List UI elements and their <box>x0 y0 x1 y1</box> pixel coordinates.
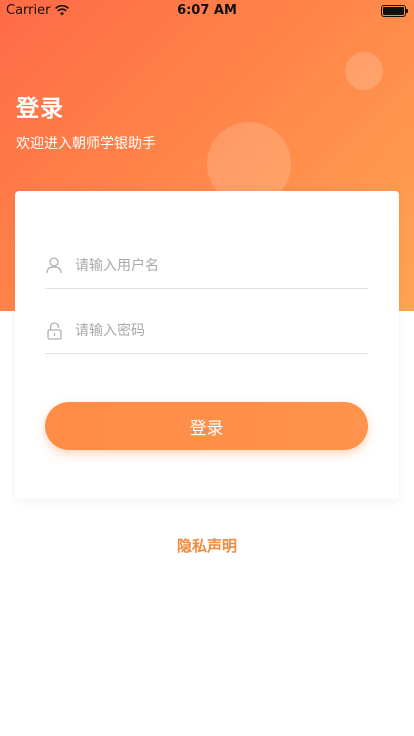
page-title: 登录 <box>16 96 64 122</box>
privacy-link[interactable]: 隐私声明 <box>0 535 414 556</box>
decorative-circle-small <box>345 52 383 90</box>
battery-icon <box>381 5 408 17</box>
status-time: 6:07 AM <box>177 3 237 18</box>
status-bar: Carrier 6:07 AM <box>0 0 414 22</box>
password-input[interactable] <box>75 322 335 339</box>
user-icon <box>45 257 63 275</box>
lock-icon <box>45 321 63 340</box>
login-card: 登录 <box>15 191 399 499</box>
password-field[interactable] <box>45 308 368 354</box>
battery-level <box>383 7 404 15</box>
login-button[interactable]: 登录 <box>45 402 368 450</box>
page-subtitle: 欢迎进入朝师学银助手 <box>16 136 156 152</box>
username-input[interactable] <box>75 257 335 274</box>
username-field[interactable] <box>45 243 368 289</box>
